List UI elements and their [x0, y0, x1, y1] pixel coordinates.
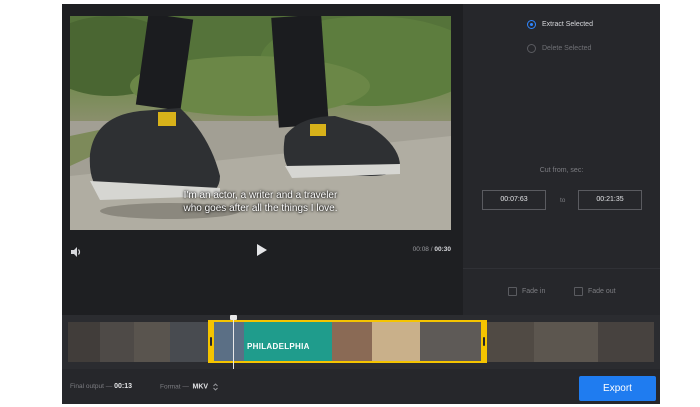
final-output-label: Final output — [70, 383, 113, 390]
unselected-overlay-left [68, 322, 208, 362]
video-preview[interactable]: I'm an actor, a writer and a traveler wh… [70, 16, 451, 230]
fade-out-checkbox[interactable] [574, 287, 583, 296]
extract-radio[interactable] [527, 20, 536, 29]
time-separator: / [430, 246, 433, 253]
subtitle-line-2: who goes after all the things I love. [183, 203, 338, 214]
playhead-handle[interactable] [230, 315, 237, 320]
bottom-bar: Final output — 00:13 Format — MKV Export [62, 369, 660, 404]
playhead[interactable] [233, 315, 234, 369]
selection-start-handle[interactable] [208, 320, 214, 363]
format-caret-icon[interactable] [213, 383, 218, 391]
current-time: 00:08 [412, 246, 429, 253]
final-output-value: 00:13 [114, 383, 132, 390]
export-button[interactable]: Export [579, 376, 656, 401]
format-label: Format — [160, 383, 189, 391]
video-cutter-app: I'm an actor, a writer and a traveler wh… [62, 4, 660, 404]
play-icon[interactable] [256, 243, 268, 257]
fade-out-option[interactable]: Fade out [574, 287, 616, 296]
delete-selected-option[interactable]: Delete Selected [527, 44, 591, 53]
delete-label: Delete Selected [542, 45, 592, 52]
extract-selected-option[interactable]: Extract Selected [527, 20, 593, 29]
player-panel: I'm an actor, a writer and a traveler wh… [62, 4, 463, 315]
player-controls: 00:08 / 00:30 [62, 240, 463, 262]
format-selector[interactable]: Format — MKV [160, 383, 218, 391]
fade-in-option[interactable]: Fade in [508, 287, 545, 296]
cut-from-label: Cut from, sec: [539, 167, 584, 174]
final-output: Final output — 00:13 [70, 383, 132, 390]
timeline-strip[interactable]: PHILADELPHIA [62, 315, 660, 369]
selection-range[interactable] [208, 320, 487, 363]
selection-end-handle[interactable] [481, 320, 487, 363]
fade-in-checkbox[interactable] [508, 287, 517, 296]
playback-time: 00:08 / 00:30 [413, 246, 451, 253]
fade-in-label: Fade in [522, 288, 546, 295]
cut-start-input[interactable]: 00:07:63 [482, 190, 546, 210]
volume-icon[interactable] [70, 246, 82, 258]
extract-label: Extract Selected [542, 21, 593, 28]
format-value[interactable]: MKV [193, 384, 209, 391]
options-divider [463, 268, 660, 269]
fade-out-label: Fade out [588, 288, 616, 295]
cut-end-input[interactable]: 00:21:35 [578, 190, 642, 210]
cut-to-label: to [560, 197, 566, 204]
unselected-overlay-right [487, 322, 654, 362]
total-duration: 00:30 [434, 246, 451, 253]
delete-radio[interactable] [527, 44, 536, 53]
cut-options-panel: Extract Selected Delete Selected Cut fro… [463, 4, 660, 315]
subtitle-line-1: I'm an actor, a writer and a traveler [183, 190, 338, 201]
